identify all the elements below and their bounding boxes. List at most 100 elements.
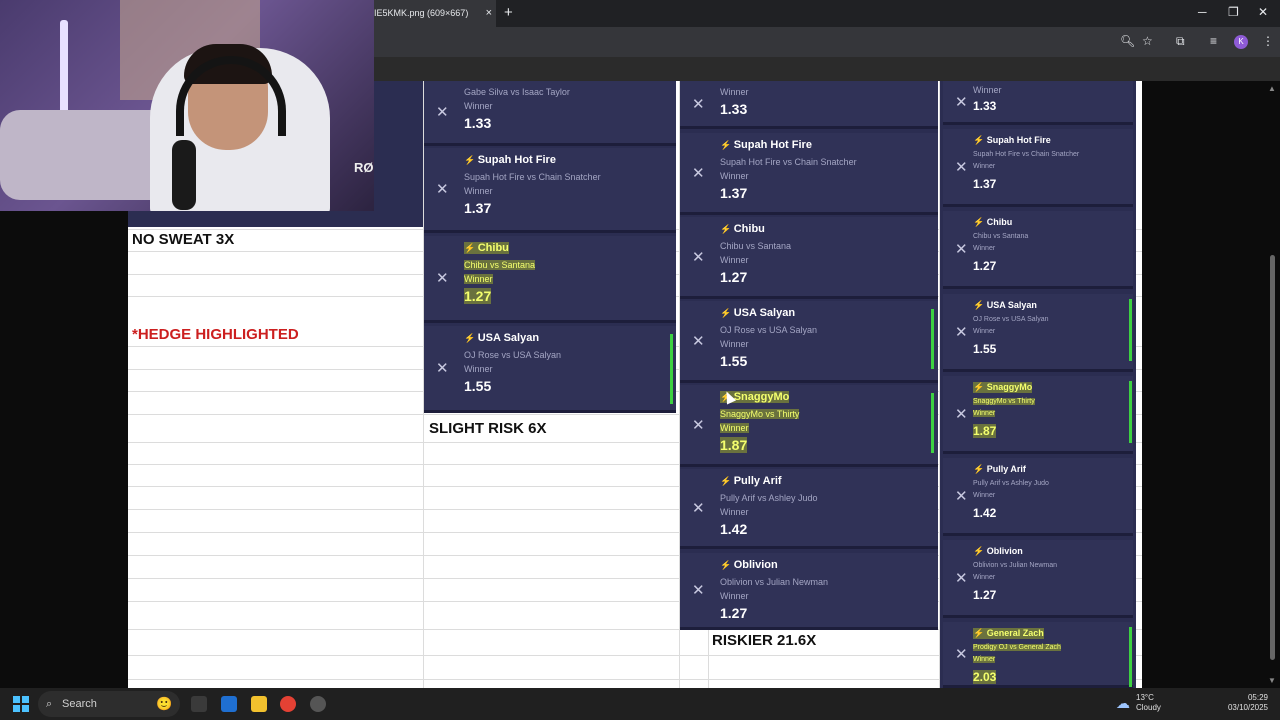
bet-card: ✕ Winner 1.33 — [943, 81, 1133, 125]
bet-title: General Zach — [973, 628, 1044, 639]
profile-avatar[interactable]: K — [1234, 35, 1248, 49]
bet-card: ✕ Pully Arif Pully Arif vs Ashley Judo W… — [943, 458, 1133, 536]
bet-card: ✕ Winner 1.33 — [680, 81, 938, 129]
bet-odds: 1.37 — [464, 200, 492, 216]
bet-title: Supah Hot Fire — [720, 139, 812, 151]
obs-icon[interactable] — [310, 696, 326, 712]
weather-desc: Cloudy — [1136, 703, 1161, 712]
zoom-icon[interactable]: 🔍︎ — [1120, 34, 1135, 48]
taskbar-search[interactable]: ⌕ Search 🙂 — [38, 691, 180, 717]
bet-match: Supah Hot Fire vs Chain Snatcher — [720, 157, 857, 167]
bet-odds: 2.03 — [973, 670, 997, 684]
bet-odds: 1.87 — [973, 424, 997, 438]
bet-card: ✕ Supah Hot Fire Supah Hot Fire vs Chain… — [424, 148, 676, 233]
label-riskier: RISKIER 21.6X — [712, 632, 817, 649]
bet-market: Winner — [464, 186, 493, 196]
bet-odds: 1.55 — [720, 353, 748, 369]
remove-icon[interactable]: ✕ — [955, 240, 968, 258]
remove-icon[interactable]: ✕ — [436, 269, 449, 287]
remove-icon[interactable]: ✕ — [692, 416, 705, 434]
bet-match: Chibu vs Santana — [464, 260, 536, 270]
bet-match: Chibu vs Santana — [973, 233, 1029, 240]
remove-icon[interactable]: ✕ — [692, 499, 705, 517]
file-explorer-icon[interactable] — [251, 696, 267, 712]
bet-card: ✕ USA Salyan OJ Rose vs USA Salyan Winne… — [424, 326, 676, 413]
remove-icon[interactable]: ✕ — [436, 180, 449, 198]
remove-icon[interactable]: ✕ — [955, 645, 968, 663]
webcam-overlay: RØ — [0, 0, 374, 211]
remove-icon[interactable]: ✕ — [692, 164, 705, 182]
bookmark-star-icon[interactable]: ☆ — [1142, 34, 1153, 48]
windows-taskbar: ⌕ Search 🙂 ☁ 13°C Cloudy 05:29 03/10/202… — [0, 688, 1280, 720]
new-tab-button[interactable]: + — [504, 4, 513, 21]
task-view-icon[interactable] — [191, 696, 207, 712]
bet-odds: 1.27 — [973, 588, 997, 602]
weather-widget[interactable]: 13°C Cloudy — [1136, 693, 1161, 713]
remove-icon[interactable]: ✕ — [955, 569, 968, 587]
scroll-down-icon[interactable]: ▼ — [1268, 676, 1276, 685]
bet-match: Gabe Silva vs Isaac Taylor — [464, 87, 570, 97]
bet-title: Supah Hot Fire — [973, 135, 1051, 146]
bet-card: ✕ Chibu Chibu vs Santana Winner 1.27 — [680, 217, 938, 299]
bet-title: Supah Hot Fire — [464, 154, 556, 166]
bet-card: ✕ Supah Hot Fire Supah Hot Fire vs Chain… — [680, 133, 938, 215]
remove-icon[interactable]: ✕ — [692, 248, 705, 266]
bet-odds: 1.87 — [720, 437, 748, 453]
remove-icon[interactable]: ✕ — [955, 487, 968, 505]
remove-icon[interactable]: ✕ — [692, 95, 705, 113]
remove-icon[interactable]: ✕ — [436, 359, 449, 377]
remove-icon[interactable]: ✕ — [955, 93, 968, 111]
bet-title: USA Salyan — [973, 300, 1037, 311]
scrollbar-thumb[interactable] — [1270, 255, 1275, 660]
active-indicator — [931, 393, 934, 453]
bet-market: Winner — [973, 328, 996, 335]
bet-market: Winner — [720, 591, 749, 601]
minimize-button[interactable]: ─ — [1198, 5, 1207, 19]
bet-market: Winner — [973, 656, 996, 663]
bet-title: Oblivion — [720, 559, 778, 571]
chrome-icon[interactable] — [280, 696, 296, 712]
media-icon[interactable]: ≡ — [1210, 34, 1217, 48]
tab-close-icon[interactable]: × — [486, 0, 492, 27]
store-icon[interactable] — [221, 696, 237, 712]
label-slight-risk: SLIGHT RISK 6X — [429, 420, 547, 437]
menu-icon[interactable]: ⋮ — [1262, 34, 1274, 48]
remove-icon[interactable]: ✕ — [955, 323, 968, 341]
active-indicator — [1129, 627, 1132, 687]
clock[interactable]: 05:29 03/10/2025 — [1220, 693, 1268, 713]
bet-title: Chibu — [464, 242, 509, 254]
bet-odds: 1.55 — [464, 378, 492, 394]
stream-logo: RØ — [354, 160, 374, 175]
bet-title: Chibu — [973, 217, 1013, 228]
remove-icon[interactable]: ✕ — [436, 103, 449, 121]
remove-icon[interactable]: ✕ — [955, 405, 968, 423]
bet-match: Oblivion vs Julian Newman — [973, 562, 1058, 569]
remove-icon[interactable]: ✕ — [692, 581, 705, 599]
bet-market: Winner — [720, 423, 749, 433]
bet-card: ✕ Gabe Silva vs Isaac Taylor Winner 1.33 — [424, 81, 676, 146]
bet-card-highlighted: ✕ Chibu Chibu vs Santana Winner 1.27 — [424, 236, 676, 323]
bet-match: SnaggyMo vs Thirty — [973, 398, 1035, 405]
scroll-up-icon[interactable]: ▲ — [1268, 84, 1276, 93]
bet-market: Winner — [464, 364, 493, 374]
close-window-button[interactable]: ✕ — [1258, 5, 1268, 19]
browser-tab[interactable]: IE5KMK.png (609×667) × — [366, 0, 496, 27]
remove-icon[interactable]: ✕ — [692, 332, 705, 350]
bet-match: OJ Rose vs USA Salyan — [464, 350, 562, 360]
bet-title: Pully Arif — [973, 464, 1026, 475]
restore-button[interactable]: ❐ — [1228, 5, 1239, 19]
bet-odds: 1.33 — [973, 99, 997, 113]
remove-icon[interactable]: ✕ — [955, 158, 968, 176]
label-hedge-highlighted: *HEDGE HIGHLIGHTED — [132, 326, 299, 343]
extensions-icon[interactable]: ⧉ — [1176, 34, 1185, 49]
bet-match: OJ Rose vs USA Salyan — [720, 325, 818, 335]
start-button[interactable] — [13, 696, 29, 712]
bet-match: Oblivion vs Julian Newman — [720, 577, 829, 587]
bet-card: ✕ Chibu Chibu vs Santana Winner 1.27 — [943, 211, 1133, 289]
bet-market: Winner — [720, 507, 749, 517]
bet-card: ✕ USA Salyan OJ Rose vs USA Salyan Winne… — [680, 301, 938, 383]
bet-title: SnaggyMo — [973, 382, 1033, 393]
bet-odds: 1.27 — [464, 288, 492, 304]
webcam-light — [60, 20, 68, 115]
bet-card: ✕ Pully Arif Pully Arif vs Ashley Judo W… — [680, 469, 938, 549]
